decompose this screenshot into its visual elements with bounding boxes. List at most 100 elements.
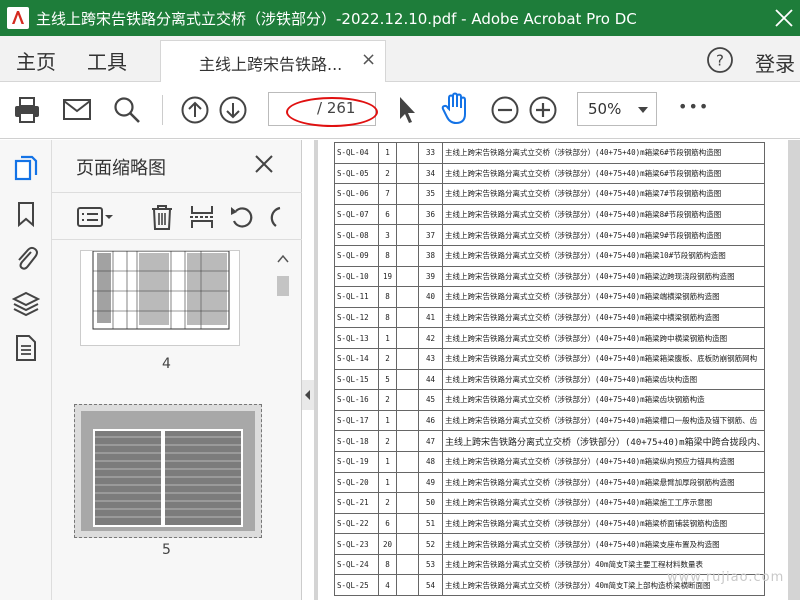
drawing-name-cell: 主线上跨宋告铁路分离式立交桥（涉铁部分）(40+75+40)m箱梁悬臂加厚段钢筋…: [442, 471, 765, 494]
page-thumbnail-5[interactable]: [74, 404, 262, 538]
sequence-number-cell: 53: [418, 553, 443, 576]
document-view[interactable]: S-QL-04 1 33 主线上跨宋告铁路分离式立交桥（涉铁部分）(40+75+40)…: [314, 140, 800, 600]
select-cursor-icon[interactable]: [396, 95, 418, 125]
close-panel-icon[interactable]: [254, 154, 274, 174]
table-row: S-QL-19 1 48 主线上跨宋告铁路分离式立交桥（涉铁部分）(40+75+40)…: [334, 450, 765, 473]
print-icon[interactable]: [12, 95, 42, 125]
sheet-count-cell: 1: [378, 471, 397, 494]
page-number-input[interactable]: [273, 98, 313, 120]
sheet-count-cell: 8: [378, 553, 397, 576]
drawing-code-cell: S-QL-06: [334, 183, 379, 205]
search-icon[interactable]: [112, 95, 142, 125]
table-row: S-QL-08 3 37 主线上跨宋告铁路分离式立交桥（涉铁部分）(40+75+40)…: [334, 224, 765, 246]
tab-close-icon[interactable]: ×: [361, 49, 376, 70]
drawing-code-cell: S-QL-13: [334, 327, 379, 349]
next-page-icon[interactable]: [218, 95, 248, 125]
drawing-name-cell: 主线上跨宋告铁路分离式立交桥（涉铁部分）(40+75+40)m箱梁6#节段钢筋构…: [442, 142, 765, 164]
home-menu[interactable]: 主页: [16, 46, 56, 75]
blank-cell: [396, 389, 419, 411]
collapse-panel-handle[interactable]: [302, 380, 314, 410]
drawing-name-cell: 主线上跨宋告铁路分离式立交桥（涉铁部分）(40+75+40)m箱梁中横梁钢筋构造…: [442, 306, 765, 329]
blank-cell: [396, 533, 419, 555]
title-bar: 主线上跨宋告铁路分离式立交桥（涉铁部分）-2022.12.10.pdf - Ad…: [0, 0, 800, 36]
zoom-out-icon[interactable]: [490, 95, 520, 125]
drawing-code-cell: S-QL-09: [334, 244, 379, 267]
table-row: S-QL-11 8 40 主线上跨宋告铁路分离式立交桥（涉铁部分）(40+75+40)…: [334, 286, 765, 308]
menu-bar: 主页 工具: [0, 36, 800, 82]
delete-page-icon[interactable]: [148, 203, 176, 231]
blank-cell: [396, 306, 419, 329]
sequence-number-cell: 37: [418, 224, 443, 246]
table-row: S-QL-18 2 47 主线上跨宋告铁路分离式立交桥（涉铁部分）(40+75+40)…: [334, 430, 765, 452]
login-button[interactable]: 登录: [755, 48, 795, 77]
table-row: S-QL-15 5 44 主线上跨宋告铁路分离式立交桥（涉铁部分）(40+75+40)…: [334, 368, 765, 391]
more-tools-button[interactable]: •••: [678, 97, 709, 116]
blank-cell: [396, 492, 419, 514]
zoom-select[interactable]: 50%: [577, 92, 657, 126]
blank-cell: [396, 162, 419, 185]
sheet-count-cell: 6: [378, 512, 397, 535]
page-thumbnails-icon[interactable]: [12, 154, 40, 182]
sequence-number-cell: 33: [418, 142, 443, 164]
document-tab[interactable]: 主线上跨宋告铁路... ×: [160, 40, 386, 82]
tools-menu[interactable]: 工具: [87, 46, 127, 75]
table-row: S-QL-20 1 49 主线上跨宋告铁路分离式立交桥（涉铁部分）(40+75+40)…: [334, 471, 765, 494]
close-window-icon[interactable]: [770, 4, 798, 32]
drawing-code-cell: S-QL-25: [334, 574, 379, 597]
navigation-rail: [0, 140, 52, 600]
attachment-icon[interactable]: [12, 244, 40, 272]
zoom-in-icon[interactable]: [528, 95, 558, 125]
previous-page-icon[interactable]: [180, 95, 210, 125]
email-icon[interactable]: [62, 97, 92, 123]
rotate-counterclockwise-icon[interactable]: [228, 203, 256, 231]
drawing-code-cell: S-QL-21: [334, 492, 379, 514]
table-row: S-QL-21 2 50 主线上跨宋告铁路分离式立交桥（涉铁部分）(40+75+40)…: [334, 492, 765, 514]
page-number-box: / 261: [268, 92, 376, 126]
chevron-down-icon: [638, 107, 648, 113]
sheet-count-cell: 6: [378, 203, 397, 226]
drawing-code-cell: S-QL-15: [334, 368, 379, 391]
help-icon[interactable]: ?: [706, 46, 734, 74]
rotate-clockwise-icon[interactable]: [268, 203, 282, 231]
drawing-code-cell: S-QL-07: [334, 203, 379, 226]
sequence-number-cell: 50: [418, 492, 443, 514]
document-tab-title: 主线上跨宋告铁路...: [199, 55, 343, 74]
sequence-number-cell: 38: [418, 244, 443, 267]
sequence-number-cell: 46: [418, 409, 443, 432]
sequence-number-cell: 41: [418, 306, 443, 329]
drawing-code-cell: S-QL-18: [334, 430, 379, 452]
drawing-code-cell: S-QL-23: [334, 533, 379, 555]
layers-icon[interactable]: [12, 290, 40, 318]
sheet-count-cell: 2: [378, 430, 397, 452]
sequence-number-cell: 52: [418, 533, 443, 555]
content-icon[interactable]: [12, 334, 40, 362]
sheet-count-cell: 8: [378, 244, 397, 267]
blank-cell: [396, 244, 419, 267]
sequence-number-cell: 47: [418, 430, 443, 452]
sheet-count-cell: 7: [378, 183, 397, 205]
table-row: S-QL-09 8 38 主线上跨宋告铁路分离式立交桥（涉铁部分）(40+75+40)…: [334, 244, 765, 267]
drawing-name-cell: 主线上跨宋告铁路分离式立交桥（涉铁部分）(40+75+40)m箱梁10#节段钢筋…: [442, 244, 765, 267]
page-thumbnail-4[interactable]: [80, 250, 240, 346]
table-row: S-QL-10 19 39 主线上跨宋告铁路分离式立交桥（涉铁部分）(40+75+40…: [334, 265, 765, 288]
drawing-name-cell: 主线上跨宋告铁路分离式立交桥（涉铁部分）(40+75+40)m箱梁齿块钢筋构造: [442, 389, 765, 411]
hand-tool-icon[interactable]: [440, 92, 472, 126]
thumbnail-options-icon[interactable]: [76, 203, 116, 231]
sequence-number-cell: 39: [418, 265, 443, 288]
sequence-number-cell: 34: [418, 162, 443, 185]
table-row: S-QL-14 2 43 主线上跨宋告铁路分离式立交桥（涉铁部分）(40+75+40)…: [334, 347, 765, 370]
extract-page-icon[interactable]: [188, 203, 216, 231]
blank-cell: [396, 347, 419, 370]
drawing-name-cell: 主线上跨宋告铁路分离式立交桥（涉铁部分）(40+75+40)m箱梁边跨现浇段钢筋…: [442, 265, 765, 288]
sheet-count-cell: 2: [378, 389, 397, 411]
thumbnail-scrollbar[interactable]: [274, 250, 292, 600]
blank-cell: [396, 203, 419, 226]
bookmark-icon[interactable]: [12, 200, 40, 228]
drawing-code-cell: S-QL-16: [334, 389, 379, 411]
pdf-page: S-QL-04 1 33 主线上跨宋告铁路分离式立交桥（涉铁部分）(40+75+40)…: [318, 140, 788, 600]
thumbnail-panel-title: 页面缩略图: [76, 158, 166, 179]
table-row: S-QL-05 2 34 主线上跨宋告铁路分离式立交桥（涉铁部分）(40+75+40)…: [334, 162, 765, 185]
window-title: 主线上跨宋告铁路分离式立交桥（涉铁部分）-2022.12.10.pdf - Ad…: [36, 10, 637, 28]
sheet-count-cell: 20: [378, 533, 397, 555]
drawing-name-cell: 主线上跨宋告铁路分离式立交桥（涉铁部分）(40+75+40)m箱梁箱梁腹板、底板…: [442, 347, 765, 370]
